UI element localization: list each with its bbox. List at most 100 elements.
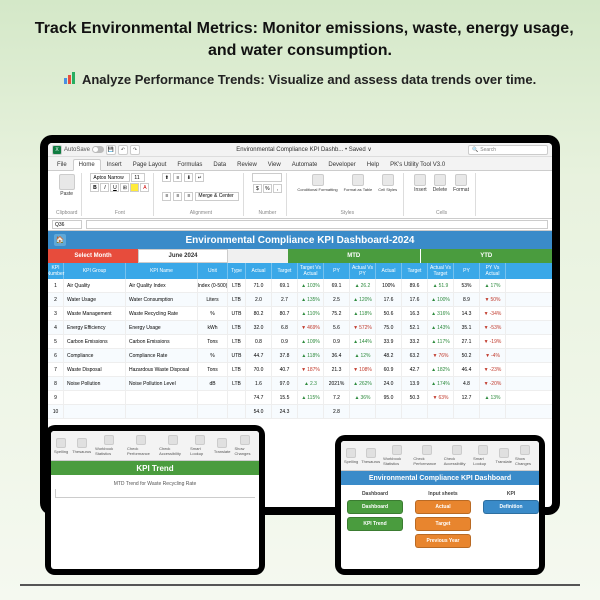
review-smart-lookup-button[interactable]: Smart Lookup — [189, 434, 211, 457]
table-row[interactable]: 974.715.5▲115%7.2▲36%95.050.3▼63%12.7▲13… — [48, 391, 552, 405]
tab-help[interactable]: Help — [362, 160, 384, 170]
align-bot-button[interactable]: ⬇ — [184, 173, 193, 182]
review-smart-lookup-button[interactable]: Smart Lookup — [472, 444, 493, 467]
bold-button[interactable]: B — [90, 183, 99, 192]
excel-app-icon[interactable]: X — [52, 145, 62, 155]
align-mid-button[interactable]: ≡ — [173, 173, 182, 182]
nav-prev-year-button[interactable]: Previous Year — [415, 534, 471, 548]
search-input[interactable]: 🔍Search — [468, 145, 548, 155]
name-box[interactable]: Q36 — [52, 220, 82, 229]
font-name-select[interactable]: Aptos Narrow — [90, 173, 130, 182]
ribbon: Paste Clipboard Aptos Narrow 11 B I U ⊞ — [48, 171, 552, 219]
marketing-headline: Track Environmental Metrics: Monitor emi… — [24, 18, 576, 63]
ytd-header: YTD — [420, 249, 553, 263]
review-spelling-button[interactable]: Spelling — [53, 437, 69, 455]
nav-actual-button[interactable]: Actual — [415, 500, 471, 514]
tab-data[interactable]: Data — [208, 160, 231, 170]
table-row[interactable]: 2Water UsageWater ConsumptionLitersLTB2.… — [48, 293, 552, 307]
align-top-button[interactable]: ⬆ — [162, 173, 171, 182]
review-translate-button[interactable]: Translate — [494, 447, 513, 465]
border-button[interactable]: ⊞ — [120, 183, 129, 192]
number-format-select[interactable] — [252, 173, 282, 182]
cell-styles-icon — [382, 174, 394, 186]
header-kpi-number: KPI Number — [48, 263, 64, 279]
tab-formulas[interactable]: Formulas — [172, 160, 207, 170]
tablet2-ribbon: SpellingThesaurusWorkbook StatisticsChec… — [341, 441, 539, 471]
bar-chart-icon — [64, 71, 75, 89]
cell-styles-button[interactable]: Cell Styles — [376, 173, 399, 193]
tab-view[interactable]: View — [263, 160, 286, 170]
nav-kpi-trend-button[interactable]: KPI Trend — [347, 517, 403, 531]
table-row[interactable]: 6ComplianceCompliance Rate%UTB44.737.8▲1… — [48, 349, 552, 363]
review-check-accessibility-button[interactable]: Check Accessibility — [158, 434, 187, 457]
review-workbook-statistics-button[interactable]: Workbook Statistics — [382, 444, 411, 467]
review-spelling-button[interactable]: Spelling — [343, 447, 359, 465]
align-left-button[interactable]: ≡ — [162, 192, 171, 201]
header-target: Target — [402, 263, 428, 279]
merge-button[interactable]: Merge & Center — [195, 192, 239, 201]
tab-developer[interactable]: Developer — [323, 160, 360, 170]
marketing-subhead: Analyze Performance Trends: Visualize an… — [24, 71, 576, 90]
percent-button[interactable]: % — [263, 184, 272, 193]
tab-file[interactable]: File — [52, 160, 72, 170]
font-size-select[interactable]: 11 — [131, 173, 145, 182]
table-row[interactable]: 1Air QualityAir Quality IndexIndex (0-50… — [48, 279, 552, 293]
tab-review[interactable]: Review — [232, 160, 262, 170]
save-icon[interactable]: 💾 — [106, 145, 116, 155]
currency-button[interactable]: $ — [253, 184, 262, 193]
review-thesaurus-button[interactable]: Thesaurus — [71, 437, 92, 455]
tab-insert[interactable]: Insert — [102, 160, 127, 170]
font-color-button[interactable]: A — [140, 183, 149, 192]
nav-target-button[interactable]: Target — [415, 517, 471, 531]
review-check-accessibility-button[interactable]: Check Accessibility — [443, 444, 471, 467]
review-show-changes-button[interactable]: Show Changes — [514, 444, 537, 467]
col-input-label: Input sheets — [428, 491, 457, 497]
autosave-toggle[interactable] — [92, 146, 104, 153]
table-row[interactable]: 7Waste DisposalHazardous Waste DisposalT… — [48, 363, 552, 377]
review-workbook-statistics-button[interactable]: Workbook Statistics — [94, 434, 124, 457]
align-right-button[interactable]: ≡ — [184, 192, 193, 201]
tab-page-layout[interactable]: Page Layout — [128, 160, 172, 170]
nav-definition-button[interactable]: Definition — [483, 500, 539, 514]
tab-automate[interactable]: Automate — [287, 160, 323, 170]
review-show-changes-button[interactable]: Show Changes — [233, 434, 257, 457]
paste-button[interactable]: Paste — [56, 173, 77, 198]
table-row[interactable]: 8Noise PollutionNoise Pollution LeveldBL… — [48, 377, 552, 391]
undo-icon[interactable]: ↶ — [118, 145, 128, 155]
header-target-vs-actual: Target Vs Actual — [298, 263, 324, 279]
review-thesaurus-button[interactable]: Thesaurus — [360, 447, 381, 465]
review-check-performance-button[interactable]: Check Performance — [412, 444, 441, 467]
align-center-button[interactable]: ≡ — [173, 192, 182, 201]
delete-cells-button[interactable]: Delete — [431, 173, 449, 194]
wrap-text-button[interactable]: ↵ — [195, 173, 204, 182]
bar-chart — [55, 489, 255, 498]
formula-bar[interactable] — [86, 220, 548, 229]
table-row[interactable]: 4Energy EfficiencyEnergy UsagekWhLTB32.0… — [48, 321, 552, 335]
home-icon[interactable]: 🏠 — [54, 234, 66, 246]
underline-button[interactable]: U — [110, 183, 119, 192]
document-title[interactable]: Environmental Compliance KPI Dashb... • … — [236, 146, 372, 153]
table-row[interactable]: 1054.024.32.8 — [48, 405, 552, 419]
insert-cells-button[interactable]: Insert — [412, 173, 429, 194]
header-actual-vs-target: Actual Vs Target — [428, 263, 454, 279]
conditional-formatting-button[interactable]: Conditional Formatting — [295, 173, 339, 193]
redo-icon[interactable]: ↷ — [130, 145, 140, 155]
tab-home[interactable]: Home — [73, 159, 101, 171]
nav-dashboard-button[interactable]: Dashboard — [347, 500, 403, 514]
fill-color-button[interactable] — [130, 183, 139, 192]
table-row[interactable]: 3Waste ManagementWaste Recycling Rate%UT… — [48, 307, 552, 321]
format-cells-button[interactable]: Format — [451, 173, 471, 194]
header-py: PY — [324, 263, 350, 279]
ribbon-tabs: FileHomeInsertPage LayoutFormulasDataRev… — [48, 157, 552, 171]
comma-button[interactable]: , — [273, 184, 282, 193]
month-selector[interactable]: June 2024 — [138, 249, 228, 263]
italic-button[interactable]: I — [100, 183, 109, 192]
excel-titlebar: X AutoSave 💾 ↶ ↷ Environmental Complianc… — [48, 143, 552, 157]
header-unit: Unit — [198, 263, 228, 279]
review-translate-button[interactable]: Translate — [213, 437, 232, 455]
tab-pk-s-utility-tool-v3-0[interactable]: PK's Utility Tool V3.0 — [385, 160, 450, 170]
review-check-performance-button[interactable]: Check Performance — [126, 434, 156, 457]
format-table-button[interactable]: Format as Table — [342, 173, 375, 193]
table-row[interactable]: 5Carbon EmissionsCarbon EmissionsTonsLTB… — [48, 335, 552, 349]
chart-title: MTD Trend for Waste Recycling Rate — [55, 481, 255, 487]
